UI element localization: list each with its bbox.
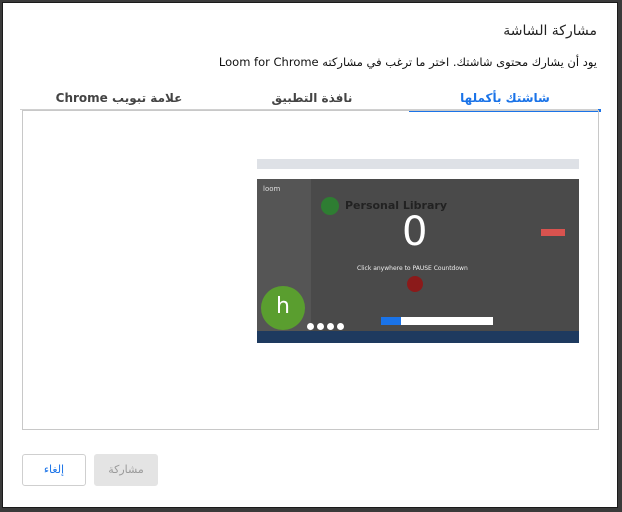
- windows-taskbar: [257, 331, 579, 343]
- cancel-button[interactable]: إلغاء: [22, 454, 86, 486]
- sharing-bar-accent: [381, 317, 401, 325]
- camera-avatar: h: [261, 286, 305, 330]
- library-avatar: [321, 197, 339, 215]
- thumbnail-content: loom Personal Library 0 Click anywhere t…: [257, 179, 579, 331]
- screen-thumbnail[interactable]: loom Personal Library 0 Click anywhere t…: [257, 159, 579, 343]
- library-title: Personal Library: [345, 199, 448, 212]
- control-dot-icon: [307, 323, 314, 330]
- share-button[interactable]: مشاركة: [94, 454, 158, 486]
- countdown-number: 0: [402, 209, 428, 255]
- tab-application-window[interactable]: نافذة التطبيق: [216, 85, 408, 111]
- thumbnail-red-button: [541, 229, 565, 236]
- browser-tabbar: [257, 159, 579, 169]
- dialog-title: مشاركة الشاشة: [503, 23, 597, 39]
- recording-controls: [307, 315, 355, 330]
- tab-chrome-tab[interactable]: علامة تبويب Chrome: [23, 85, 215, 111]
- control-dot-icon: [317, 323, 324, 330]
- browser-address-bar: [257, 169, 579, 179]
- pause-hint: Click anywhere to PAUSE Countdown: [357, 265, 468, 272]
- record-stop-icon: [407, 276, 423, 292]
- dialog-subtitle: يود أن يشارك محتوى شاشتك. اختر ما ترغب ف…: [218, 55, 597, 69]
- control-dot-icon: [337, 323, 344, 330]
- tab-entire-screen[interactable]: شاشتك بأكملها: [409, 85, 601, 112]
- loom-logo: loom: [263, 185, 281, 193]
- source-panel: loom Personal Library 0 Click anywhere t…: [22, 110, 599, 430]
- control-dot-icon: [327, 323, 334, 330]
- sharing-notification-bar: [381, 317, 493, 325]
